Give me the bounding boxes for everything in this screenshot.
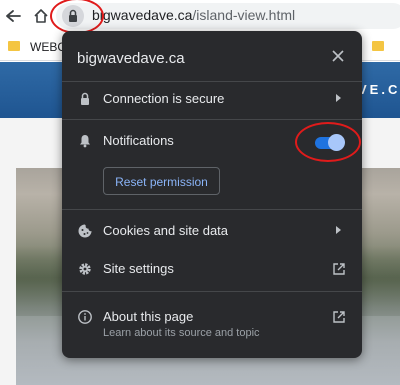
- close-icon: [332, 50, 344, 62]
- folder-icon: [372, 41, 384, 51]
- lock-icon: [81, 92, 89, 105]
- about-page-label: About this page: [103, 309, 194, 324]
- cookies-row[interactable]: Cookies and site data: [62, 213, 362, 249]
- divider: [62, 209, 362, 210]
- back-arrow-icon[interactable]: [4, 7, 22, 25]
- reset-permission-button[interactable]: Reset permission: [103, 167, 220, 195]
- site-info-popup: bigwavedave.ca Connection is secure Noti…: [62, 31, 362, 358]
- site-settings-row[interactable]: Site settings: [62, 251, 362, 287]
- external-link-icon: [333, 311, 345, 323]
- bookmark-item[interactable]: WEBC: [30, 40, 66, 54]
- popup-title: bigwavedave.ca: [77, 50, 185, 67]
- bell-icon: [80, 135, 90, 148]
- folder-icon: [8, 41, 20, 51]
- divider: [62, 291, 362, 292]
- site-settings-label: Site settings: [103, 261, 174, 276]
- cookies-label: Cookies and site data: [103, 223, 229, 238]
- gear-icon: [79, 263, 91, 275]
- annotation-circle-toggle: [295, 122, 361, 162]
- chevron-right-icon: [336, 94, 341, 102]
- notifications-label: Notifications: [103, 133, 174, 148]
- close-button[interactable]: [328, 48, 348, 68]
- connection-row[interactable]: Connection is secure: [62, 81, 362, 117]
- chevron-right-icon: [336, 226, 341, 234]
- external-link-icon: [333, 263, 345, 275]
- cookie-icon: [78, 224, 92, 238]
- url-text: bigwavedave.ca/island-view.html: [92, 7, 295, 23]
- site-banner-text: VE.C: [358, 82, 400, 97]
- divider: [62, 119, 362, 120]
- address-bar[interactable]: bigwavedave.ca/island-view.html: [56, 3, 400, 29]
- info-icon: [78, 310, 92, 324]
- url-domain: bigwavedave.ca: [92, 7, 193, 23]
- connection-label: Connection is secure: [103, 91, 225, 106]
- about-page-sublabel: Learn about its source and topic: [103, 327, 260, 339]
- browser-toolbar: bigwavedave.ca/island-view.html: [0, 0, 400, 34]
- home-icon[interactable]: [32, 7, 50, 25]
- url-path: /island-view.html: [192, 7, 296, 23]
